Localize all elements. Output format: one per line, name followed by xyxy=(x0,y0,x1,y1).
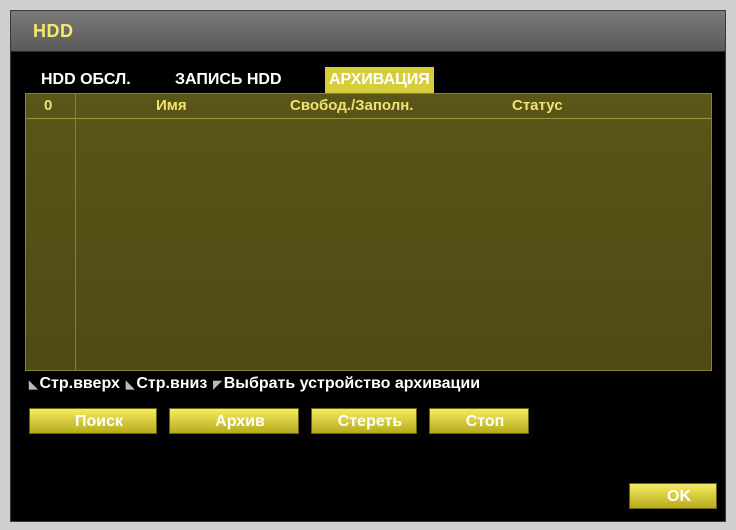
page-down-icon: ◣ xyxy=(125,378,135,391)
archive-device-table: 0 Имя Свобод./Заполн. Статус xyxy=(25,93,712,371)
search-button[interactable]: Поиск xyxy=(29,408,157,434)
hint-select-device: ◤ Выбрать устройство архивации xyxy=(213,375,480,393)
erase-button-label: Стереть xyxy=(337,413,403,430)
tab-hdd-service[interactable]: HDD ОБСЛ. xyxy=(37,67,135,93)
column-header-index: 0 xyxy=(44,97,53,114)
hint-page-up-label: Стр.вверх xyxy=(39,375,120,392)
search-button-label: Поиск xyxy=(74,413,123,430)
column-header-status: Статус xyxy=(512,97,563,114)
stop-button-label: Стоп xyxy=(465,413,505,430)
column-header-free-used: Свобод./Заполн. xyxy=(290,97,414,114)
erase-button[interactable]: Стереть xyxy=(311,408,417,434)
hint-page-down-label: Стр.вниз xyxy=(136,375,208,392)
hint-select-device-label: Выбрать устройство архивации xyxy=(223,375,481,392)
hint-bar: ◣ Стр.вверх ◣ Стр.вниз ◤ Выбрать устройс… xyxy=(29,373,480,395)
device-select-icon: ◤ xyxy=(213,378,222,391)
ok-button[interactable]: OK xyxy=(629,483,717,509)
hint-page-up: ◣ Стр.вверх xyxy=(29,375,120,393)
column-header-name: Имя xyxy=(156,97,187,114)
column-divider xyxy=(75,94,76,370)
ok-button-label: OK xyxy=(667,488,691,505)
archive-button-label: Архив xyxy=(215,413,265,430)
tab-hdd-recording[interactable]: ЗАПИСЬ HDD xyxy=(171,67,286,93)
hint-page-down: ◣ Стр.вниз xyxy=(126,375,207,393)
window-title: HDD xyxy=(33,21,74,41)
title-bar: HDD xyxy=(11,11,725,52)
table-header: 0 Имя Свобод./Заполн. Статус xyxy=(26,94,711,119)
page-up-icon: ◣ xyxy=(29,378,38,391)
hdd-dialog: HDD HDD ОБСЛ. ЗАПИСЬ HDD АРХИВАЦИЯ 0 Имя… xyxy=(10,10,726,522)
tab-archiving[interactable]: АРХИВАЦИЯ xyxy=(325,67,434,93)
archive-button[interactable]: Архив xyxy=(169,408,299,434)
stop-button[interactable]: Стоп xyxy=(429,408,529,434)
